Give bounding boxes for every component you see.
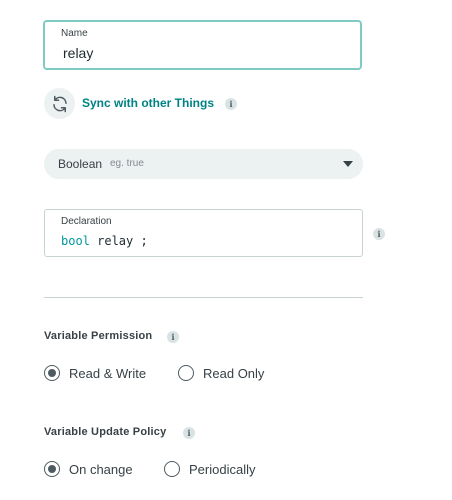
declaration-info-icon[interactable]: i (373, 228, 385, 240)
radio-read-write-label[interactable]: Read & Write (69, 366, 146, 381)
chevron-down-icon (343, 161, 353, 167)
declaration-field: Declaration bool relay ; (44, 209, 363, 257)
radio-read-only[interactable]: Read Only (178, 365, 264, 381)
permission-info-icon[interactable]: i (167, 331, 179, 343)
update-policy-title: Variable Update Policy (44, 426, 167, 438)
radio-read-only-label[interactable]: Read Only (203, 366, 264, 381)
radio-read-only-circle[interactable] (178, 365, 194, 381)
radio-read-write[interactable]: Read & Write (44, 365, 146, 381)
radio-on-change-label[interactable]: On change (69, 462, 133, 477)
sync-info-icon[interactable]: i (225, 98, 237, 110)
name-field-value[interactable]: relay (63, 45, 93, 61)
name-field[interactable]: Name relay (43, 20, 362, 70)
radio-on-change-circle[interactable] (44, 461, 60, 477)
update-policy-info-icon[interactable]: i (183, 427, 195, 439)
radio-periodically-circle[interactable] (164, 461, 180, 477)
permission-title: Variable Permission (44, 330, 153, 342)
sync-with-things-link[interactable]: Sync with other Things (82, 96, 214, 110)
radio-periodically-label[interactable]: Periodically (189, 462, 255, 477)
section-divider (44, 297, 363, 298)
declaration-code: bool relay ; (61, 234, 148, 248)
radio-periodically[interactable]: Periodically (164, 461, 255, 477)
radio-on-change[interactable]: On change (44, 461, 133, 477)
name-field-label: Name (61, 28, 88, 39)
declaration-label: Declaration (61, 216, 112, 227)
variable-type-select[interactable]: Boolean eg. true (44, 149, 363, 179)
variable-form: Name relay Sync with other Things i Bool… (0, 0, 452, 500)
sync-icon[interactable] (44, 88, 75, 119)
declaration-code-text: relay ; (89, 234, 148, 248)
variable-type-value: Boolean (58, 157, 103, 171)
variable-type-hint: eg. true (110, 158, 144, 169)
declaration-keyword: bool (61, 234, 90, 248)
radio-read-write-circle[interactable] (44, 365, 60, 381)
